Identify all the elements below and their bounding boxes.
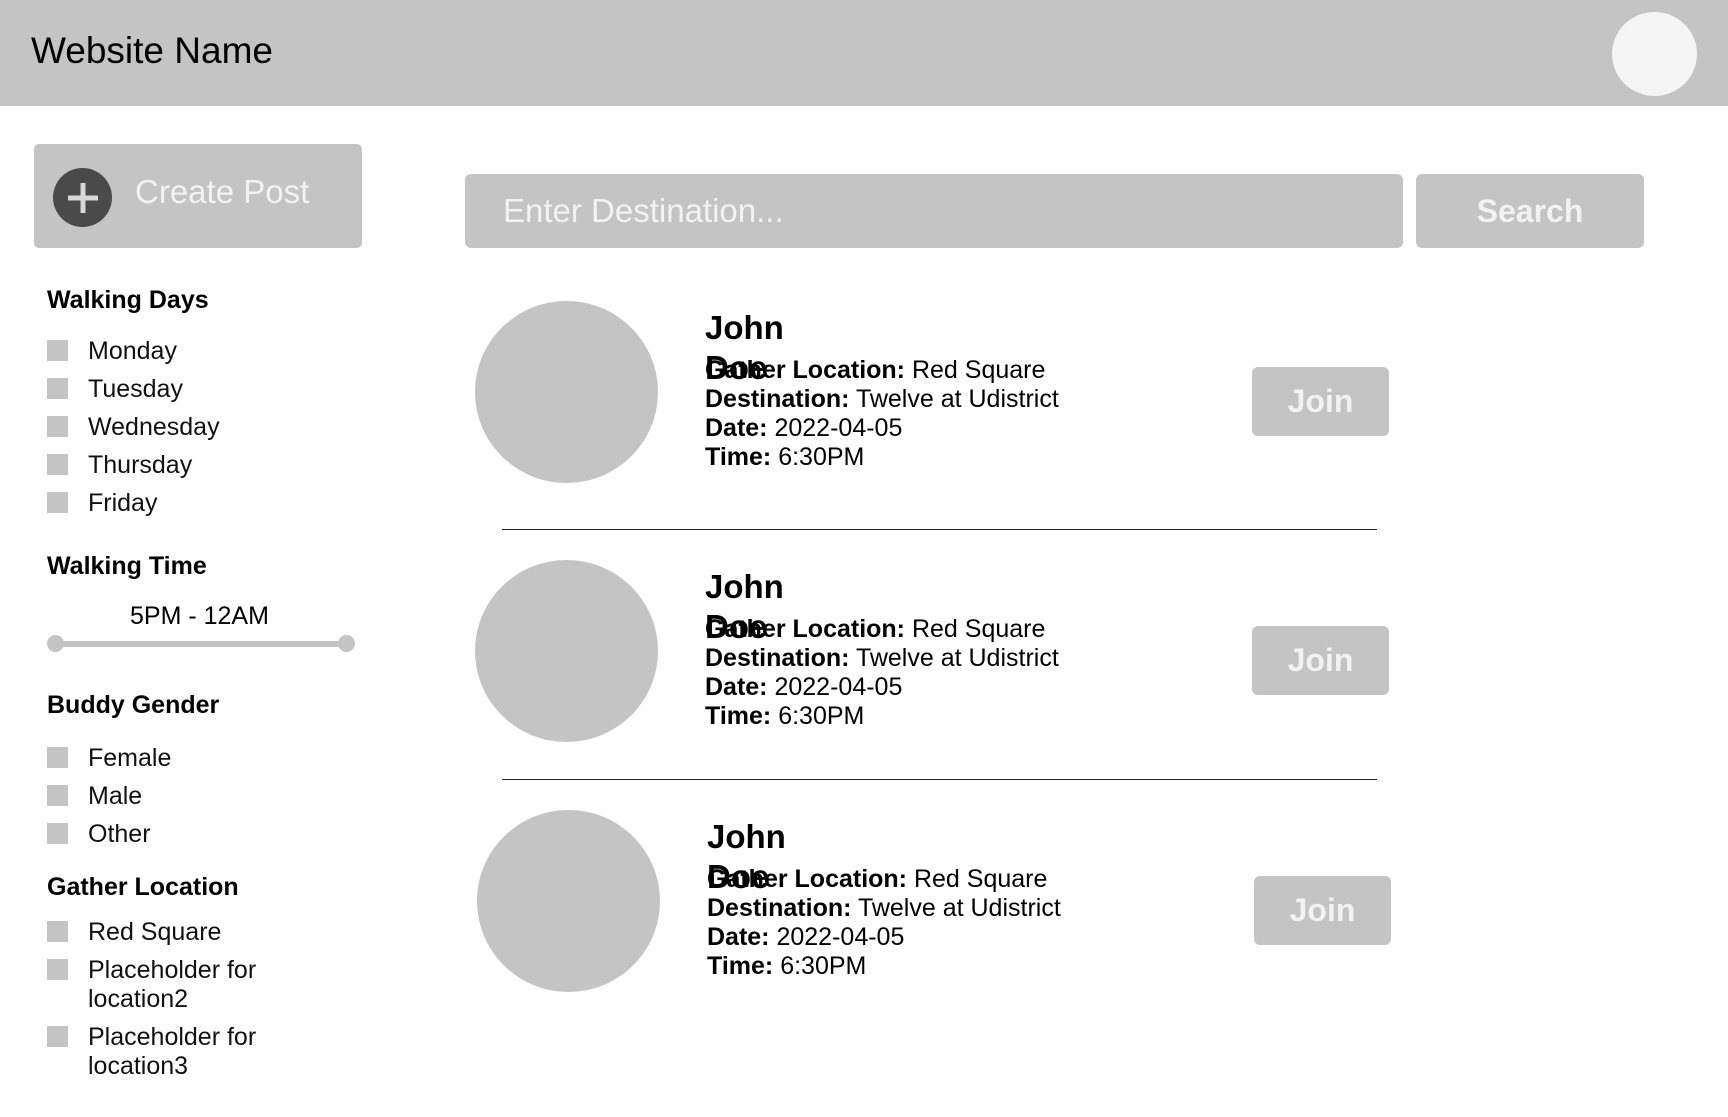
join-button[interactable]: Join <box>1252 626 1389 695</box>
gender-male[interactable]: Male <box>47 782 142 811</box>
field-label: Time: <box>707 952 774 980</box>
gather-location-title: Gather Location <box>47 873 239 901</box>
post-gather-location: Gather Location: Red Square <box>705 615 1045 644</box>
plus-icon <box>53 168 112 227</box>
field-value: Twelve at Udistrict <box>855 385 1059 413</box>
field-label: Destination: <box>705 644 850 672</box>
site-name[interactable]: Website Name <box>31 28 273 74</box>
checkbox[interactable] <box>47 378 68 399</box>
slider-start-handle[interactable] <box>47 635 64 652</box>
gender-other[interactable]: Other <box>47 820 151 849</box>
user-avatar[interactable] <box>1612 12 1697 96</box>
checkbox[interactable] <box>47 747 68 768</box>
post-divider <box>502 529 1377 530</box>
walking-time-range: 5PM - 12AM <box>130 602 269 630</box>
field-value: Red Square <box>911 356 1046 384</box>
walking-days-title: Walking Days <box>47 286 209 314</box>
field-value: 2022-04-05 <box>774 673 903 701</box>
field-label: Date: <box>705 673 768 701</box>
join-button[interactable]: Join <box>1254 876 1391 945</box>
field-value: 2022-04-05 <box>776 923 905 951</box>
post-destination: Destination: Twelve at Udistrict <box>705 385 1059 414</box>
post-avatar[interactable] <box>475 560 658 742</box>
walking-day-friday[interactable]: Friday <box>47 489 157 518</box>
checkbox-label: Wednesday <box>88 413 220 441</box>
field-value: Red Square <box>911 615 1046 643</box>
buddy-gender-title: Buddy Gender <box>47 691 220 719</box>
field-value: 6:30PM <box>778 443 865 471</box>
post-avatar[interactable] <box>475 301 658 483</box>
create-post-label: Create Post <box>135 173 310 210</box>
checkbox-label: Thursday <box>88 451 193 479</box>
destination-search-input[interactable] <box>465 174 1403 248</box>
post-destination: Destination: Twelve at Udistrict <box>705 644 1059 673</box>
checkbox[interactable] <box>47 823 68 844</box>
field-value: 2022-04-05 <box>774 414 903 442</box>
slider-end-handle[interactable] <box>338 635 355 652</box>
post-divider <box>502 779 1377 780</box>
field-value: 6:30PM <box>780 952 867 980</box>
checkbox[interactable] <box>47 492 68 513</box>
checkbox-label: Friday <box>88 489 158 517</box>
field-label: Gather Location: <box>707 865 908 893</box>
field-label: Destination: <box>707 894 852 922</box>
post-gather-location: Gather Location: Red Square <box>707 865 1047 894</box>
post-destination: Destination: Twelve at Udistrict <box>707 894 1061 923</box>
checkbox[interactable] <box>47 921 68 942</box>
checkbox[interactable] <box>47 416 68 437</box>
create-post-button[interactable]: Create Post <box>34 144 362 248</box>
field-label: Date: <box>705 414 768 442</box>
post-time: Time: 6:30PM <box>707 952 866 981</box>
checkbox-label: Placeholder for location2 <box>88 956 257 1013</box>
checkbox-label: Female <box>88 744 172 772</box>
field-label: Gather Location: <box>705 356 906 384</box>
checkbox[interactable] <box>47 1026 68 1047</box>
walking-day-tuesday[interactable]: Tuesday <box>47 375 183 404</box>
location-red-square[interactable]: Red Square <box>47 918 221 947</box>
field-label: Gather Location: <box>705 615 906 643</box>
field-label: Time: <box>705 702 772 730</box>
walking-day-thursday[interactable]: Thursday <box>47 451 192 480</box>
field-value: Red Square <box>913 865 1048 893</box>
field-label: Time: <box>705 443 772 471</box>
checkbox-label: Red Square <box>88 918 222 946</box>
search-button[interactable]: Search <box>1416 174 1644 248</box>
checkbox-label: Other <box>88 820 151 848</box>
walking-time-title: Walking Time <box>47 552 207 580</box>
checkbox[interactable] <box>47 785 68 806</box>
checkbox-label: Tuesday <box>88 375 183 403</box>
walking-day-monday[interactable]: Monday <box>47 337 177 366</box>
top-header: Website Name <box>0 0 1728 106</box>
location-placeholder-2[interactable]: Placeholder for location2 <box>47 956 288 1014</box>
post-time: Time: 6:30PM <box>705 443 864 472</box>
post-gather-location: Gather Location: Red Square <box>705 356 1045 385</box>
post-date: Date: 2022-04-05 <box>707 923 904 952</box>
walking-day-wednesday[interactable]: Wednesday <box>47 413 220 442</box>
checkbox[interactable] <box>47 340 68 361</box>
checkbox[interactable] <box>47 454 68 475</box>
join-button[interactable]: Join <box>1252 367 1389 436</box>
location-placeholder-3[interactable]: Placeholder for location3 <box>47 1023 288 1081</box>
checkbox-label: Monday <box>88 337 177 365</box>
field-label: Destination: <box>705 385 850 413</box>
checkbox[interactable] <box>47 959 68 980</box>
post-time: Time: 6:30PM <box>705 702 864 731</box>
field-value: 6:30PM <box>778 702 865 730</box>
field-value: Twelve at Udistrict <box>857 894 1061 922</box>
post-date: Date: 2022-04-05 <box>705 414 902 443</box>
checkbox-label: Male <box>88 782 143 810</box>
post-avatar[interactable] <box>477 810 660 992</box>
field-value: Twelve at Udistrict <box>855 644 1059 672</box>
post-date: Date: 2022-04-05 <box>705 673 902 702</box>
gender-female[interactable]: Female <box>47 744 171 773</box>
checkbox-label: Placeholder for location3 <box>88 1023 257 1080</box>
walking-time-slider[interactable] <box>55 641 347 647</box>
field-label: Date: <box>707 923 770 951</box>
